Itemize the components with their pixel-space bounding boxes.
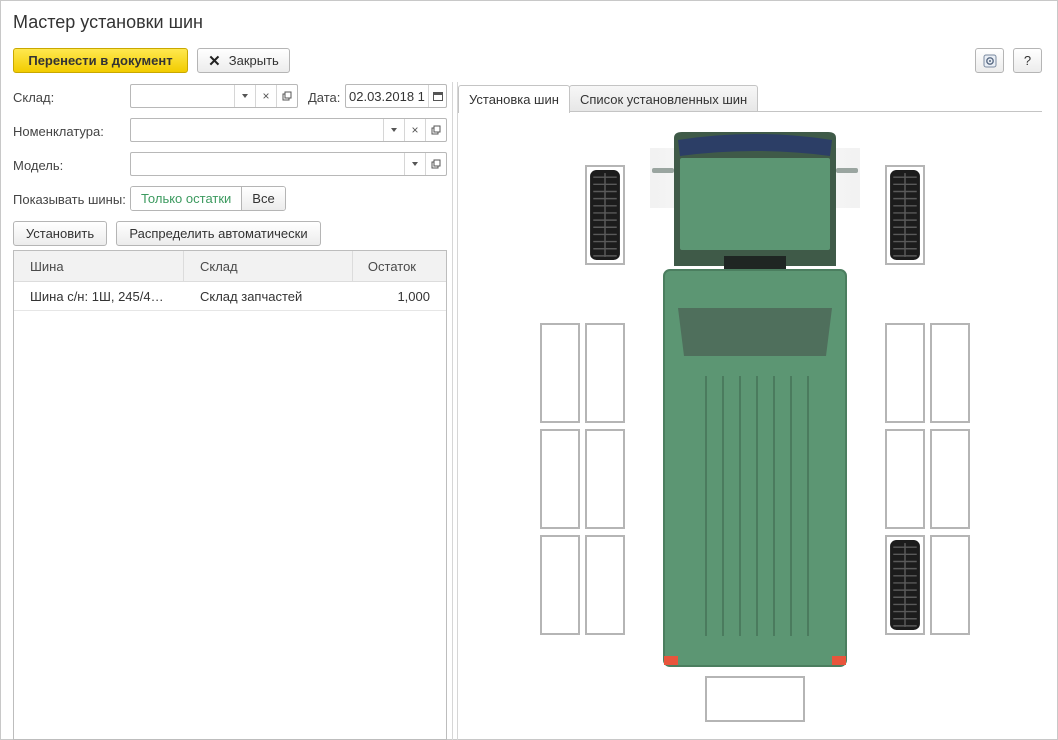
table-row[interactable]: Шина с/н: 1Ш, 245/4… Склад запчастей 1,0… — [14, 282, 446, 311]
slot-axle3-left-inner[interactable] — [585, 535, 625, 635]
tab-tire-installation[interactable]: Установка шин — [458, 85, 570, 113]
tire-icon — [590, 170, 620, 260]
warehouse-label: Склад: — [13, 90, 55, 105]
chevron-down-icon[interactable] — [383, 119, 404, 141]
nomenclature-value[interactable] — [131, 119, 383, 141]
cell-warehouse: Склад запчастей — [200, 288, 303, 304]
slot-axle3-right-inner[interactable] — [885, 535, 925, 635]
close-button[interactable]: ✕ Закрыть — [197, 48, 290, 73]
show-tires-toggle[interactable]: Только остатки Все — [130, 186, 286, 211]
settings-button[interactable] — [975, 48, 1004, 73]
cell-tire: Шина с/н: 1Ш, 245/4… — [30, 288, 164, 304]
date-value[interactable]: 02.03.2018 1 — [346, 85, 428, 107]
slot-axle2-left-outer[interactable] — [540, 429, 580, 529]
tab-bar: Установка шин Список установленных шин — [458, 85, 759, 113]
tires-table[interactable]: Шина Склад Остаток Шина с/н: 1Ш, 245/4… … — [13, 250, 447, 740]
transfer-to-document-label: Перенести в документ — [28, 53, 173, 68]
model-value[interactable] — [131, 153, 404, 175]
slot-spare[interactable] — [705, 676, 805, 722]
show-only-balance-option[interactable]: Только остатки — [131, 187, 243, 210]
close-label: Закрыть — [228, 53, 279, 68]
slot-axle3-right-outer[interactable] — [930, 535, 970, 635]
install-button[interactable]: Установить — [13, 221, 107, 246]
open-icon[interactable] — [425, 153, 446, 175]
panel-splitter[interactable] — [452, 82, 458, 740]
cell-balance: 1,000 — [397, 288, 430, 304]
slot-front-left[interactable] — [585, 165, 625, 265]
slot-front-right[interactable] — [885, 165, 925, 265]
date-field[interactable]: 02.03.2018 1 — [345, 84, 447, 108]
slot-axle2-left-inner[interactable] — [585, 429, 625, 529]
tire-icon — [890, 170, 920, 260]
tab-installed-tires-list[interactable]: Список установленных шин — [568, 85, 759, 112]
settings-icon — [983, 54, 996, 67]
auto-distribute-button[interactable]: Распределить автоматически — [116, 221, 321, 246]
chevron-down-icon[interactable] — [404, 153, 425, 175]
slot-axle2-right-inner[interactable] — [885, 429, 925, 529]
install-label: Установить — [25, 226, 95, 241]
slot-axle1-left-inner[interactable] — [585, 323, 625, 423]
close-icon: ✕ — [208, 52, 221, 70]
clear-icon[interactable]: × — [404, 119, 425, 141]
show-all-option[interactable]: Все — [242, 187, 285, 210]
auto-distribute-label: Распределить автоматически — [129, 226, 308, 241]
column-header-tire[interactable]: Шина — [14, 251, 184, 281]
column-header-balance[interactable]: Остаток — [353, 251, 446, 281]
calendar-icon[interactable] — [428, 85, 446, 107]
model-label: Модель: — [13, 158, 64, 173]
column-header-warehouse[interactable]: Склад — [184, 251, 353, 281]
slot-axle3-left-outer[interactable] — [540, 535, 580, 635]
chevron-down-icon[interactable] — [234, 85, 255, 107]
slot-axle2-right-outer[interactable] — [930, 429, 970, 529]
open-icon[interactable] — [425, 119, 446, 141]
open-icon[interactable] — [276, 85, 297, 107]
slot-axle1-right-inner[interactable] — [885, 323, 925, 423]
help-button[interactable]: ? — [1013, 48, 1042, 73]
model-field[interactable] — [130, 152, 447, 176]
tire-icon — [890, 540, 920, 630]
show-tires-label: Показывать шины: — [13, 192, 126, 207]
warehouse-field[interactable]: × — [130, 84, 298, 108]
date-label: Дата: — [308, 90, 341, 105]
clear-icon[interactable]: × — [255, 85, 276, 107]
slot-axle1-right-outer[interactable] — [930, 323, 970, 423]
transfer-to-document-button[interactable]: Перенести в документ — [13, 48, 188, 73]
slot-axle1-left-outer[interactable] — [540, 323, 580, 423]
table-header: Шина Склад Остаток — [14, 251, 446, 282]
nomenclature-field[interactable]: × — [130, 118, 447, 142]
truck-image — [650, 132, 860, 667]
nomenclature-label: Номенклатура: — [13, 124, 104, 139]
help-icon: ? — [1023, 53, 1032, 68]
window-title: Мастер установки шин — [13, 12, 204, 32]
warehouse-value[interactable] — [131, 85, 234, 107]
